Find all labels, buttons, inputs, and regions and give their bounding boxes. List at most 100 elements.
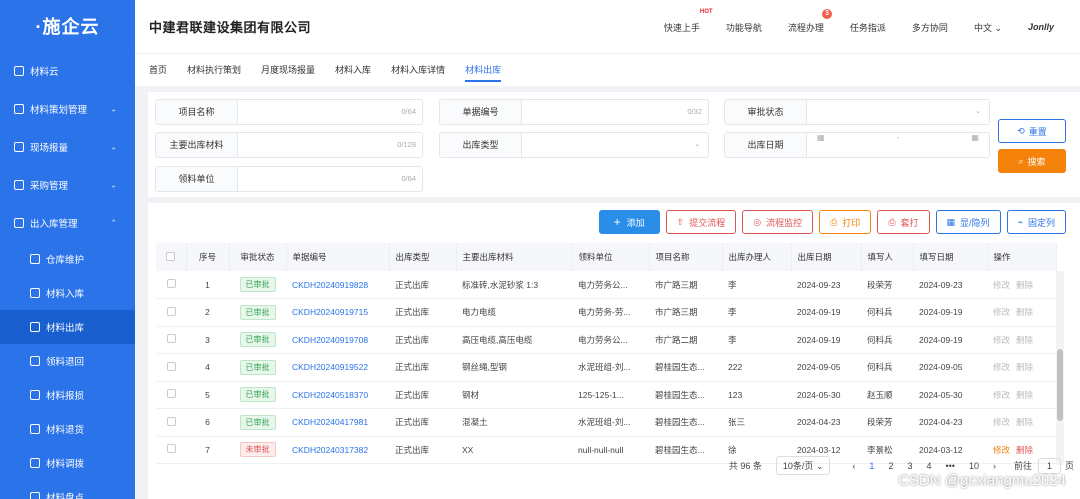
material-input[interactable]: 0/128 [238,133,422,157]
write-date-cell: 2024-09-19 [913,326,987,354]
page-4-button[interactable]: 4 [926,461,931,471]
tab-material-out[interactable]: 材料出库 [465,54,502,86]
calendar-icon[interactable]: ▦ [971,133,979,142]
table-row[interactable]: 4 已审批 CKDH20240919522 正式出库 钢丝绳,型钢 水泥班组-刘... 碧桂… [156,353,1056,382]
sidebar-item-7[interactable]: 材料出库 [0,310,135,344]
table-row[interactable]: 1 已审批 CKDH20240919828 正式出库 标准砖,水泥砂浆 1:3 电力劳务公… [156,271,1056,299]
process-link[interactable]: 流程办理 3 [788,8,832,34]
report-icon [14,142,24,152]
edit-link[interactable]: 修改 [993,417,1010,427]
table-row[interactable]: 6 已审批 CKDH20240417981 正式出库 混凝土 水泥班组-刘... 碧桂园生态… [156,408,1056,437]
next-page-button[interactable]: › [993,461,996,471]
project-cell: 市广路三期 [649,298,722,327]
table-scrollbar[interactable] [1056,271,1064,465]
tab-material-in-detail[interactable]: 材料入库详情 [391,54,445,86]
toggle-columns-button[interactable]: ▦ 显/隐列 [935,210,1001,234]
page-2-button[interactable]: 2 [888,461,893,471]
delete-link[interactable]: 删除 [1016,362,1033,372]
edit-link[interactable]: 修改 [993,362,1010,372]
sidebar-item-4[interactable]: 出入库管理 ⌃ [0,204,135,242]
row-checkbox[interactable] [166,306,176,316]
scrollbar-thumb[interactable] [1057,349,1063,421]
process-monitor-button[interactable]: ◎ 流程监控 [742,210,814,234]
tab-material-in[interactable]: 材料入库 [335,54,371,86]
monitor-icon: ◎ [753,216,762,227]
sidebar-item-1[interactable]: 材料策划管理 ⌄ [0,90,135,128]
out-date-cell: 2024-09-19 [791,326,861,354]
edit-link[interactable]: 修改 [993,445,1010,455]
edit-link[interactable]: 修改 [993,335,1010,345]
doc-code-link[interactable]: CKDH20240919708 [286,326,389,354]
collab-link[interactable]: 多方协同 [912,21,948,34]
sidebar-item-8[interactable]: 领料退回 [0,344,135,378]
pin-icon: ⌁ [1017,216,1023,227]
row-checkbox[interactable] [166,444,176,454]
row-checkbox[interactable] [166,334,176,344]
edit-link[interactable]: 修改 [993,390,1010,400]
add-button[interactable]: + 添加 [598,210,660,234]
delete-link[interactable]: 删除 [1016,307,1033,317]
app-logo[interactable]: ·施企云 [0,0,135,52]
edit-link[interactable]: 修改 [993,307,1010,317]
print-button[interactable]: ⎙ 打印 [819,210,872,234]
tab-monthly-report[interactable]: 月度现场报量 [261,54,315,86]
upload-icon: ⇧ [676,216,685,227]
doc-code-link[interactable]: CKDH20240417981 [286,408,389,437]
project-input[interactable]: 0/64 [238,100,422,124]
delete-link[interactable]: 删除 [1016,417,1033,427]
doc-code-link[interactable]: CKDH20240919828 [286,271,389,299]
row-checkbox[interactable] [166,416,176,426]
doc-code-link[interactable]: CKDH20240317382 [286,436,389,464]
edit-link[interactable]: 修改 [993,280,1010,290]
table-row[interactable]: 2 已审批 CKDH20240919715 正式出库 电力电缆 电力劳务-劳... 市广路三… [156,298,1056,327]
row-checkbox[interactable] [166,279,176,288]
doc-code-link[interactable]: CKDH20240518370 [286,381,389,409]
doc-code-link[interactable]: CKDH20240919715 [286,298,389,327]
search-button[interactable]: ⌕ 搜索 [998,149,1066,173]
row-checkbox[interactable] [166,389,176,399]
page-ellipsis-button[interactable]: ••• [945,461,954,471]
select-all-checkbox[interactable] [166,251,176,261]
delete-link[interactable]: 删除 [1016,280,1033,290]
sidebar-item-10[interactable]: 材料退货 [0,412,135,446]
sidebar-item-12[interactable]: 材料盘点 [0,480,135,499]
out-date-field: 出库日期 ▦ - ▦ [724,132,990,158]
row-no: 5 [186,381,229,409]
sidebar-item-6[interactable]: 材料入库 [0,276,135,310]
table-row[interactable]: 3 已审批 CKDH20240919708 正式出库 高压电缆,高压电缆 电力劳务公...… [156,326,1056,354]
page-3-button[interactable]: 3 [907,461,912,471]
sidebar-item-3[interactable]: 采购管理 ⌄ [0,166,135,204]
language-select[interactable]: 中文 ⌄ [974,21,1002,34]
page-size-select[interactable]: 10条/页 ⌄ [775,456,831,475]
function-nav-link[interactable]: 功能导航 [726,21,762,34]
sidebar-item-0[interactable]: 材料云 [0,52,135,90]
table-row[interactable]: 5 已审批 CKDH20240518370 正式出库 钢材 125-125-1... 碧桂园… [156,381,1056,409]
sidebar-item-5[interactable]: 仓库维护 [0,242,135,276]
delete-link[interactable]: 删除 [1016,445,1033,455]
out-type-select[interactable]: ⌄ [522,133,708,157]
sidebar-item-11[interactable]: 材料调拨 [0,446,135,480]
fix-columns-button[interactable]: ⌁ 固定列 [1006,210,1066,234]
batch-print-button[interactable]: ⎙ 套打 [877,210,930,234]
tab-material-plan[interactable]: 材料执行策划 [187,54,241,86]
sidebar-item-2[interactable]: 现场报量 ⌄ [0,128,135,166]
sidebar-item-9[interactable]: 材料报损 [0,378,135,412]
reset-button[interactable]: ⟲ 重置 [998,119,1066,143]
row-checkbox[interactable] [166,361,176,371]
task-assign-link[interactable]: 任务指派 [850,21,886,34]
approval-select[interactable]: ⌄ [807,100,989,124]
doc-no-input[interactable]: 0/32 [522,100,708,124]
page-10-button[interactable]: 10 [969,461,979,471]
project-cell: 碧桂园生态... [649,408,722,437]
delete-link[interactable]: 删除 [1016,390,1033,400]
delete-link[interactable]: 删除 [1016,335,1033,345]
quick-start-link[interactable]: 快速上手 HOT [664,9,713,34]
doc-code-link[interactable]: CKDH20240919522 [286,353,389,382]
calendar-icon[interactable]: ▦ [817,133,825,142]
writer-cell: 何科兵 [861,353,913,382]
chevron-down-icon: ⌄ [694,141,700,148]
unit-input[interactable]: 0/64 [238,167,422,191]
submit-process-button[interactable]: ⇧ 提交流程 [665,210,737,234]
page-1-button[interactable]: 1 [869,461,874,471]
tab-home[interactable]: 首页 [149,54,167,86]
